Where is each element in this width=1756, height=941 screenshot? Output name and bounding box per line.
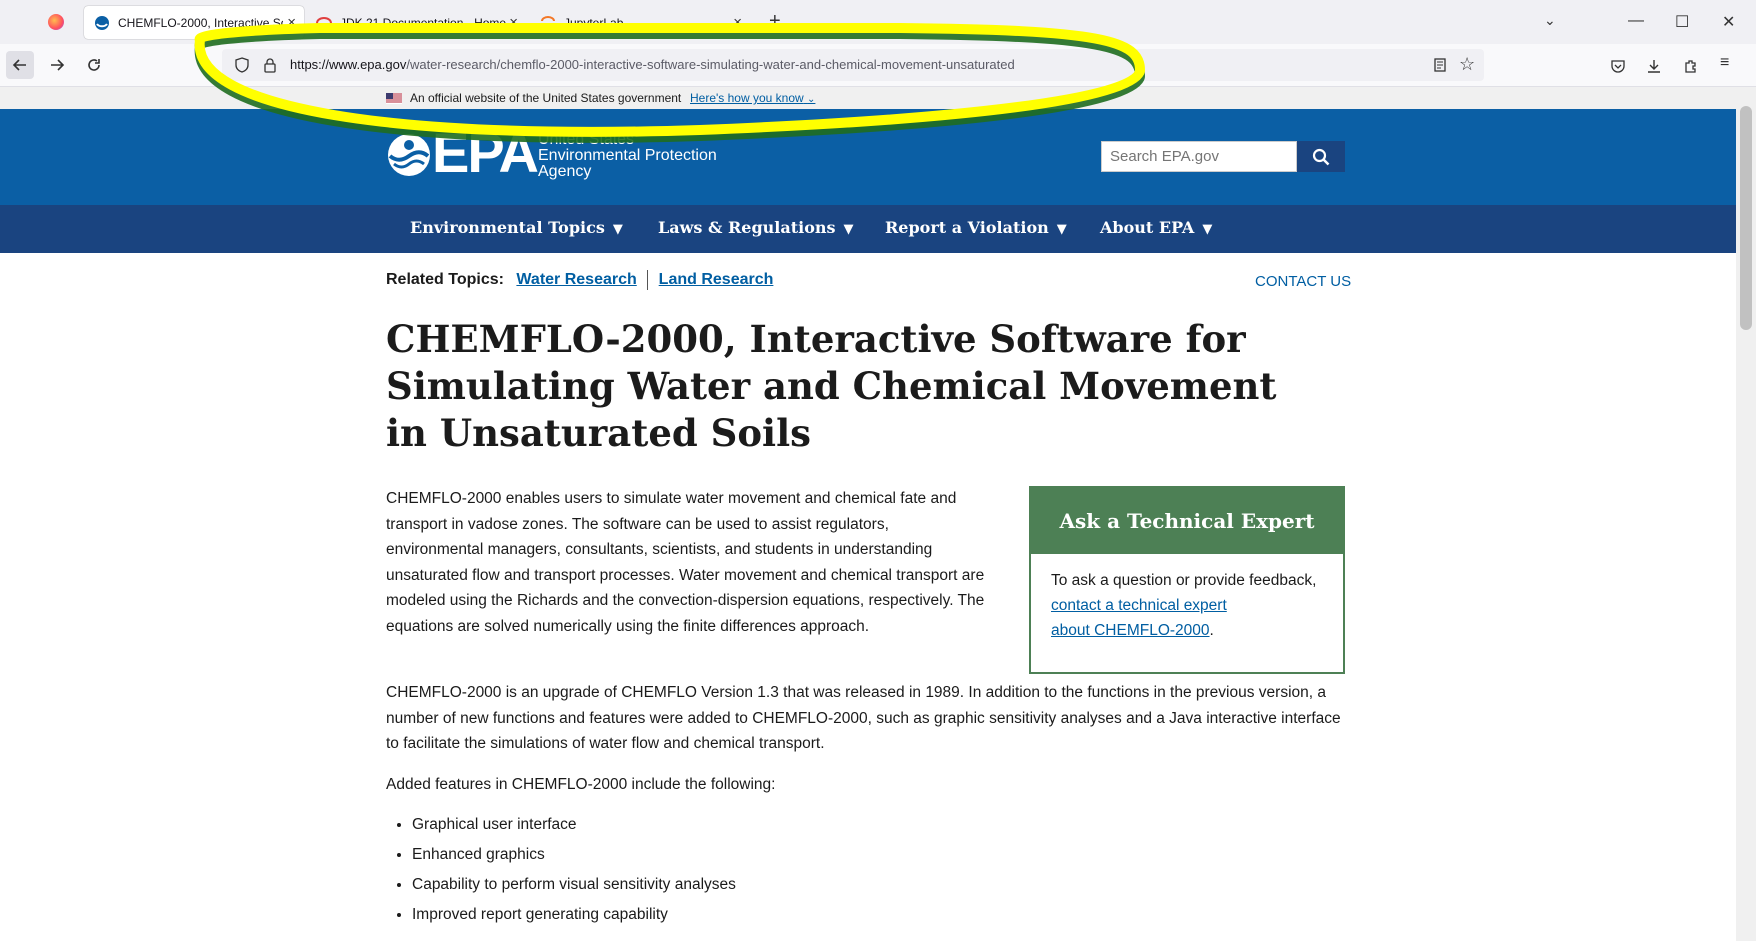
forward-button[interactable] (43, 51, 71, 79)
expert-box-body: To ask a question or provide feedback, c… (1051, 572, 1317, 639)
contact-expert-link[interactable]: contact a technical expert about CHEMFLO-… (1051, 597, 1227, 639)
technical-expert-box: Ask a Technical Expert To ask a question… (1029, 486, 1345, 674)
intro-paragraph: CHEMFLO-2000 enables users to simulate w… (386, 490, 985, 635)
page-title: CHEMFLO-2000, Interactive Software for S… (386, 317, 1277, 455)
downloads-icon[interactable] (1646, 58, 1662, 74)
url-bar[interactable]: https://www.epa.gov/water-research/chemf… (222, 49, 1484, 81)
reload-button[interactable] (80, 51, 108, 79)
chevron-down-icon: ▼ (1056, 222, 1067, 237)
menu-environmental-topics[interactable]: Environmental Topics ▼ (410, 218, 623, 237)
close-tab-icon[interactable]: × (509, 14, 518, 31)
minimize-icon[interactable]: — (1628, 12, 1644, 30)
close-tab-icon[interactable]: × (733, 14, 742, 31)
epa-seal-icon[interactable] (386, 132, 432, 178)
tab-jdk[interactable]: JDK 21 Documentation - Home × (306, 6, 526, 39)
extensions-icon[interactable] (1683, 58, 1699, 74)
back-button[interactable] (6, 51, 34, 79)
app-menu-icon[interactable]: ≡ (1720, 54, 1729, 72)
close-window-icon[interactable]: ✕ (1722, 12, 1735, 32)
tab-jupyterlab[interactable]: JupyterLab × (530, 6, 750, 39)
tab-bar: CHEMFLO-2000, Interactive Sof × JDK 21 D… (0, 0, 1756, 44)
features-intro: Added features in CHEMFLO-2000 include t… (386, 776, 776, 793)
chevron-down-icon: ⌄ (807, 94, 816, 105)
url-text[interactable]: https://www.epa.gov/water-research/chemf… (290, 57, 1015, 72)
features-list: Graphical user interface Enhanced graphi… (386, 810, 736, 930)
expert-box-heading: Ask a Technical Expert (1031, 488, 1343, 554)
pocket-icon[interactable] (1610, 58, 1626, 74)
contact-us-link[interactable]: CONTACT US (1255, 273, 1351, 290)
list-item: Capability to perform visual sensitivity… (412, 870, 736, 900)
menu-report-violation[interactable]: Report a Violation ▼ (885, 218, 1067, 237)
firefox-menu-icon[interactable] (48, 14, 64, 30)
jdk-favicon-icon (316, 16, 332, 29)
lock-icon[interactable] (262, 57, 278, 73)
list-all-tabs-icon[interactable]: ⌄ (1544, 12, 1556, 29)
menu-about-epa[interactable]: About EPA ▼ (1100, 218, 1212, 237)
search-button[interactable] (1297, 141, 1345, 172)
gov-banner: An official website of the United States… (0, 87, 1736, 109)
search-input[interactable] (1101, 141, 1297, 172)
back-arrow-icon (12, 59, 26, 71)
gov-banner-text: An official website of the United States… (410, 91, 682, 105)
navigation-toolbar: https://www.epa.gov/water-research/chemf… (0, 44, 1756, 87)
tab-chemflo[interactable]: CHEMFLO-2000, Interactive Sof × (84, 6, 304, 39)
list-item: Graphical user interface (412, 810, 736, 840)
close-tab-icon[interactable]: × (287, 14, 296, 31)
list-item: Improved report generating capability (412, 900, 736, 930)
main-menu: Environmental Topics ▼ Laws & Regulations… (0, 205, 1736, 253)
upgrade-paragraph: CHEMFLO-2000 is an upgrade of CHEMFLO Ve… (386, 684, 1341, 752)
bookmark-star-icon[interactable]: ☆ (1459, 54, 1475, 75)
site-header (0, 109, 1736, 205)
chevron-down-icon: ▼ (612, 222, 623, 237)
maximize-icon[interactable]: ☐ (1675, 12, 1689, 32)
url-host: https://www.epa.gov (290, 57, 407, 72)
divider (647, 270, 649, 290)
list-item: Enhanced graphics (412, 840, 736, 870)
scrollbar-thumb[interactable] (1740, 106, 1752, 330)
menu-laws-regulations[interactable]: Laws & Regulations ▼ (658, 218, 854, 237)
forward-arrow-icon (51, 59, 65, 71)
reader-view-icon[interactable] (1432, 57, 1448, 73)
chevron-down-icon: ▼ (843, 222, 854, 237)
search-icon (1312, 148, 1330, 165)
land-research-link[interactable]: Land Research (659, 271, 774, 288)
reload-icon (88, 59, 100, 71)
epa-favicon-icon (95, 15, 109, 30)
epa-logo-text[interactable]: EPA (432, 120, 539, 185)
jupyter-favicon-icon (541, 15, 555, 30)
new-tab-button[interactable]: + (769, 10, 781, 33)
related-topics: Related Topics: Water Research Land Rese… (386, 270, 774, 290)
us-flag-icon (386, 93, 402, 104)
agency-name: United States Environmental Protection A… (538, 131, 717, 180)
water-research-link[interactable]: Water Research (516, 271, 636, 288)
heres-how-you-know-link[interactable]: Here's how you know ⌄ (690, 91, 815, 105)
chevron-down-icon: ▼ (1202, 222, 1213, 237)
tracking-shield-icon[interactable] (234, 57, 250, 73)
url-path: /water-research/chemflo-2000-interactive… (406, 57, 1015, 72)
